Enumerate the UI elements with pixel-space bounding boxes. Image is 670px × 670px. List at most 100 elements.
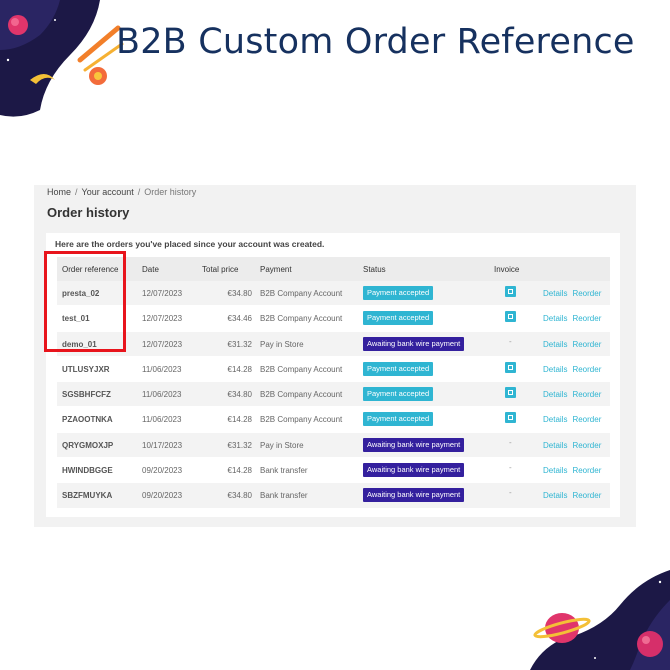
order-date: 09/20/2023 — [142, 491, 183, 501]
order-date: 12/07/2023 — [142, 314, 183, 324]
order-date: 11/06/2023 — [142, 364, 182, 374]
order-actions: Details Reorder — [543, 415, 606, 424]
table-row: PZAOOTNKA 11/06/2023 €14.28 B2B Company Acc… — [57, 407, 610, 433]
order-reference: SBZFMUYKA — [62, 491, 113, 501]
order-payment: B2B Company Account — [260, 364, 343, 374]
order-payment: B2B Company Account — [260, 415, 343, 425]
details-link[interactable]: Details — [543, 441, 567, 450]
status-badge: Payment accepted — [363, 412, 434, 427]
order-invoice — [505, 311, 516, 324]
order-reference: QRYGMOXJP — [62, 440, 114, 450]
pdf-invoice-icon[interactable] — [505, 286, 516, 297]
reorder-link[interactable]: Reorder — [572, 390, 601, 399]
order-payment: Pay in Store — [260, 339, 304, 349]
order-invoice: - — [505, 438, 512, 447]
pdf-invoice-icon[interactable] — [505, 361, 516, 373]
details-link[interactable]: Details — [543, 466, 567, 475]
order-actions: Details Reorder — [543, 390, 606, 399]
order-actions: Details Reorder — [543, 365, 606, 374]
orders-intro-text: Here are the orders you've placed since … — [55, 239, 325, 249]
order-reference: SGSBHFCFZ — [62, 390, 111, 400]
order-invoice — [505, 387, 516, 400]
breadcrumb-current: Order history — [144, 187, 197, 197]
reorder-link[interactable]: Reorder — [572, 289, 601, 298]
details-link[interactable]: Details — [543, 314, 567, 323]
reorder-link[interactable]: Reorder — [572, 340, 601, 349]
order-status: Awaiting bank wire payment — [363, 437, 465, 452]
page-title: Order history — [47, 205, 130, 220]
details-link[interactable]: Details — [543, 289, 567, 298]
order-total: €31.32 — [227, 440, 252, 450]
table-row: demo_01 12/07/2023 €31.32 Pay in Store Await… — [57, 331, 610, 357]
space-illustration-bottom — [530, 570, 670, 670]
breadcrumb-separator: / — [137, 187, 141, 197]
order-date: 09/20/2023 — [142, 466, 183, 476]
order-payment: B2B Company Account — [260, 289, 343, 298]
order-actions: Details Reorder — [543, 289, 606, 298]
pdf-invoice-icon[interactable] — [505, 311, 516, 323]
header-payment: Payment — [260, 265, 292, 274]
order-date: 12/07/2023 — [142, 339, 183, 349]
header-date: Date — [142, 265, 159, 274]
order-total: €31.32 — [227, 339, 252, 349]
order-invoice — [505, 361, 516, 375]
pdf-invoice-icon[interactable] — [505, 387, 516, 399]
status-badge: Awaiting bank wire payment — [363, 488, 465, 503]
invoice-none: - — [509, 463, 512, 473]
order-status: Payment accepted — [363, 412, 434, 427]
order-payment: Bank transfer — [260, 491, 308, 501]
reorder-link[interactable]: Reorder — [572, 466, 601, 475]
header-status: Status — [363, 265, 386, 274]
order-status: Payment accepted — [363, 286, 434, 300]
reorder-link[interactable]: Reorder — [572, 314, 601, 323]
table-body: presta_02 12/07/2023 €34.80 B2B Company Acc… — [57, 281, 610, 509]
order-payment: B2B Company Account — [260, 390, 343, 400]
details-link[interactable]: Details — [543, 390, 567, 399]
order-actions: Details Reorder — [543, 491, 606, 500]
order-reference-highlight — [44, 251, 126, 352]
table-row: SGSBHFCFZ 11/06/2023 €34.80 B2B Company Acc… — [57, 382, 610, 408]
order-status: Payment accepted — [363, 361, 434, 376]
orders-card: Here are the orders you've placed since … — [46, 233, 620, 517]
details-link[interactable]: Details — [543, 365, 567, 374]
details-link[interactable]: Details — [543, 491, 567, 500]
order-reference: HWINDBGGE — [62, 466, 113, 476]
invoice-none: - — [509, 437, 512, 447]
breadcrumb-separator: / — [75, 187, 78, 197]
breadcrumb-account[interactable]: Your account — [82, 187, 134, 197]
table-row: presta_02 12/07/2023 €34.80 B2B Company Acc… — [57, 281, 610, 307]
order-invoice: - — [505, 463, 512, 472]
order-status: Awaiting bank wire payment — [363, 336, 465, 351]
order-status: Awaiting bank wire payment — [363, 463, 465, 478]
reorder-link[interactable]: Reorder — [572, 365, 601, 374]
header-total-price: Total price — [202, 265, 239, 274]
hero-title: B2B Custom Order Reference — [116, 22, 635, 62]
order-invoice: - — [505, 488, 512, 497]
invoice-none: - — [509, 336, 512, 346]
order-invoice: - — [505, 337, 512, 346]
details-link[interactable]: Details — [543, 415, 567, 424]
order-date: 10/17/2023 — [142, 440, 183, 450]
table-row: QRYGMOXJP 10/17/2023 €31.32 Pay in Store Awa… — [57, 432, 610, 459]
reorder-link[interactable]: Reorder — [572, 491, 601, 500]
reorder-link[interactable]: Reorder — [572, 415, 601, 424]
order-status: Awaiting bank wire payment — [363, 488, 465, 503]
breadcrumb-home[interactable]: Home — [47, 187, 71, 197]
reorder-link[interactable]: Reorder — [572, 441, 601, 450]
status-badge: Awaiting bank wire payment — [363, 336, 465, 351]
order-total: €34.46 — [227, 314, 252, 324]
details-link[interactable]: Details — [543, 340, 567, 349]
order-total: €14.28 — [227, 415, 252, 425]
order-reference: UTLUSYJXR — [62, 364, 110, 374]
pdf-invoice-icon[interactable] — [505, 412, 516, 424]
table-header: Order reference Date Total price Payment… — [57, 257, 610, 281]
order-history-screenshot: Home / Your account / Order history Order hi… — [34, 185, 636, 527]
order-total: €34.80 — [227, 390, 252, 400]
space-illustration-top — [0, 0, 124, 117]
orders-table: Order reference Date Total price Payment… — [57, 257, 610, 509]
status-badge: Payment accepted — [363, 361, 434, 376]
order-payment: B2B Company Account — [260, 314, 343, 324]
order-total: €34.80 — [227, 289, 252, 298]
status-badge: Awaiting bank wire payment — [363, 463, 465, 478]
table-row: HWINDBGGE 09/20/2023 €14.28 Bank transfer Aw… — [57, 458, 610, 484]
